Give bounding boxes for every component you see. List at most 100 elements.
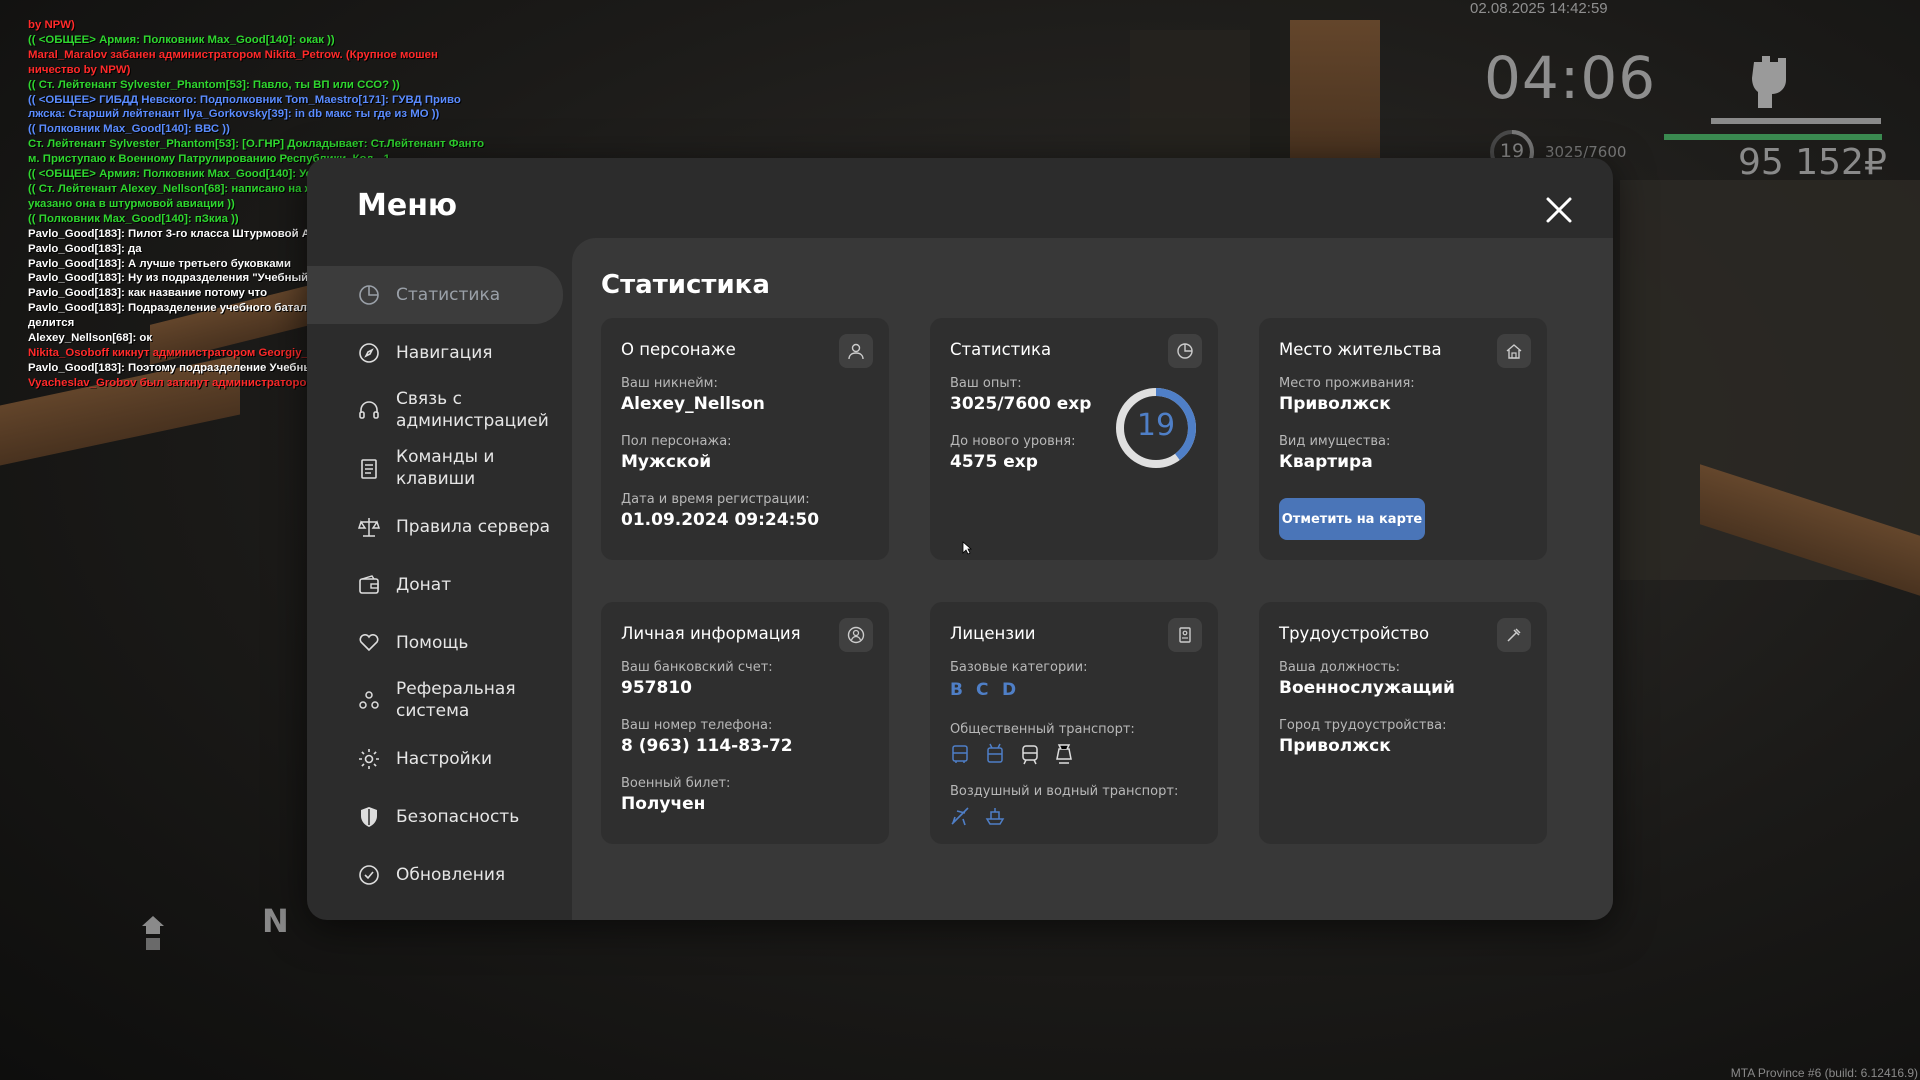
trolleybus-icon — [987, 743, 1003, 763]
nav-label: Настройки — [396, 749, 493, 769]
exp-label: Ваш опыт: — [950, 376, 1022, 391]
nav-label: Правила сервера — [396, 517, 551, 537]
public-transport-label: Общественный транспорт: — [950, 722, 1135, 737]
nav-label: Безопасность — [396, 807, 520, 827]
nav-label: Навигация — [396, 343, 493, 363]
property-value: Квартира — [1279, 452, 1373, 472]
card-title: Личная информация — [621, 624, 801, 643]
military-label: Военный билет: — [621, 776, 731, 791]
card-character: О персонаже Ваш никнейм: Alexey_Nellson … — [601, 318, 889, 560]
chat-line: by NPW) — [28, 19, 75, 31]
heart-hand-icon — [359, 633, 379, 652]
level-value: 19 — [1136, 408, 1176, 443]
phone-value: 8 (963) 114-83-72 — [621, 736, 793, 756]
next-level-label: До нового уровня: — [950, 434, 1076, 449]
nav-label: Помощь — [396, 633, 469, 653]
nav-item-statistics[interactable]: Статистика — [307, 266, 563, 324]
job-city-value: Приволжск — [1279, 736, 1391, 756]
card-title: Лицензии — [950, 624, 1036, 643]
hammer-icon — [1497, 618, 1531, 652]
nick-value: Alexey_Nellson — [621, 394, 765, 414]
id-card-icon — [1168, 618, 1202, 652]
job-city-label: Город трудоустройства: — [1279, 718, 1447, 733]
house-icon — [1497, 334, 1531, 368]
nav-item-admin-contact[interactable]: Связь с администрацией — [307, 382, 563, 440]
home-marker-icon — [142, 916, 164, 950]
train-icon — [1022, 745, 1038, 765]
bank-label: Ваш банковский счет: — [621, 660, 773, 675]
mouse-cursor-icon — [962, 541, 972, 555]
hud-clock: 04:06 — [1484, 44, 1657, 112]
card-title: Трудоустройство — [1279, 624, 1430, 643]
nav-item-navigation[interactable]: Навигация — [307, 324, 563, 382]
chat-line: лжска: Старший лейтенант Ilya_Gorkovsky[… — [28, 108, 440, 121]
nav-item-updates[interactable]: Обновления — [307, 846, 563, 904]
reg-value: 01.09.2024 09:24:50 — [621, 510, 820, 530]
phone-label: Ваш номер телефона: — [621, 718, 773, 733]
nav-label: Статистика — [396, 285, 501, 305]
property-label: Вид имущества: — [1279, 434, 1391, 449]
nav-item-rules[interactable]: Правила сервера — [307, 498, 563, 556]
content-panel: Статистика О персонаже Ваш никнейм: Alex… — [572, 238, 1613, 920]
chat-line: Maral_Maralov забанен администратором Ni… — [28, 48, 438, 61]
card-personal: Личная информация Ваш банковский счет: 9… — [601, 602, 889, 844]
chat-line: (( Ст. Лейтенант Sylvester_Phantom[53]: … — [28, 78, 400, 91]
military-value: Получен — [621, 794, 706, 814]
compass-icon — [359, 343, 379, 363]
hud-datetime: 02.08.2025 14:42:59 — [1470, 0, 1608, 17]
card-title: Место жительства — [1279, 340, 1442, 359]
nick-label: Ваш никнейм: — [621, 376, 718, 391]
position-label: Ваша должность: — [1279, 660, 1401, 675]
gear-icon — [359, 749, 379, 769]
people-icon — [359, 691, 379, 709]
card-stats: Статистика Ваш опыт: 3025/7600 exp До но… — [930, 318, 1218, 560]
shield-icon — [361, 807, 377, 827]
nav-item-security[interactable]: Безопасность — [307, 788, 563, 846]
close-icon[interactable] — [1543, 194, 1575, 226]
card-job: Трудоустройство Ваша должность: Военносл… — [1259, 602, 1547, 844]
content-title: Статистика — [601, 270, 770, 300]
check-circle-icon — [359, 865, 379, 885]
position-value: Военнослужащий — [1279, 678, 1455, 698]
document-icon — [361, 459, 377, 479]
place-label: Место проживания: — [1279, 376, 1415, 391]
mark-on-map-button[interactable]: Отметить на карте — [1279, 498, 1425, 540]
nav-label: Реферальная система — [396, 679, 516, 721]
compass-north: N — [262, 902, 289, 940]
bank-value: 957810 — [621, 678, 692, 698]
license-category: B — [950, 680, 963, 700]
nav-item-settings[interactable]: Настройки — [307, 730, 563, 788]
chat-line: ничество by NPW) — [28, 63, 131, 76]
fist-icon — [1752, 56, 1786, 108]
exp-value: 3025/7600 exp — [950, 394, 1092, 414]
license-category: C — [976, 680, 989, 700]
nav-item-donate[interactable]: Донат — [307, 556, 563, 614]
wallet-icon — [359, 575, 379, 594]
nav-item-help[interactable]: Помощь — [307, 614, 563, 672]
scales-icon — [357, 518, 381, 537]
air-water-label: Воздушный и водный транспорт: — [950, 784, 1179, 799]
nav-item-referral[interactable]: Реферальная система — [307, 672, 563, 730]
chat-line: Ст. Лейтенант Sylvester_Phantom[53]: [О.… — [28, 138, 485, 151]
menu-window: Меню Статистика Навигация Связь с админис… — [307, 158, 1613, 920]
user-icon — [839, 334, 873, 368]
build-info: MTA Province #6 (build: 6.12416.9) — [1730, 1066, 1918, 1080]
plane-icon — [951, 807, 969, 826]
headset-icon — [359, 401, 379, 419]
hud-money: 95 152₽ — [1738, 142, 1887, 183]
nav-label: Команды и клавиши — [396, 447, 495, 489]
nav-item-commands[interactable]: Команды и клавиши — [307, 440, 563, 498]
license-category: D — [1002, 680, 1017, 700]
gender-value: Мужской — [621, 452, 712, 472]
card-residence: Место жительства Место проживания: Приво… — [1259, 318, 1547, 560]
menu-title: Меню — [357, 188, 458, 223]
next-level-value: 4575 exp — [950, 452, 1038, 472]
place-value: Приволжск — [1279, 394, 1391, 414]
nav-label: Обновления — [396, 865, 506, 885]
user-circle-icon — [839, 618, 873, 652]
card-title: О персонаже — [621, 340, 736, 359]
base-categories-label: Базовые категории: — [950, 660, 1088, 675]
nav-label: Связь с администрацией — [396, 389, 549, 431]
pie-chart-icon — [1168, 334, 1202, 368]
card-licenses: Лицензии Базовые категории: B C D Общест… — [930, 602, 1218, 844]
